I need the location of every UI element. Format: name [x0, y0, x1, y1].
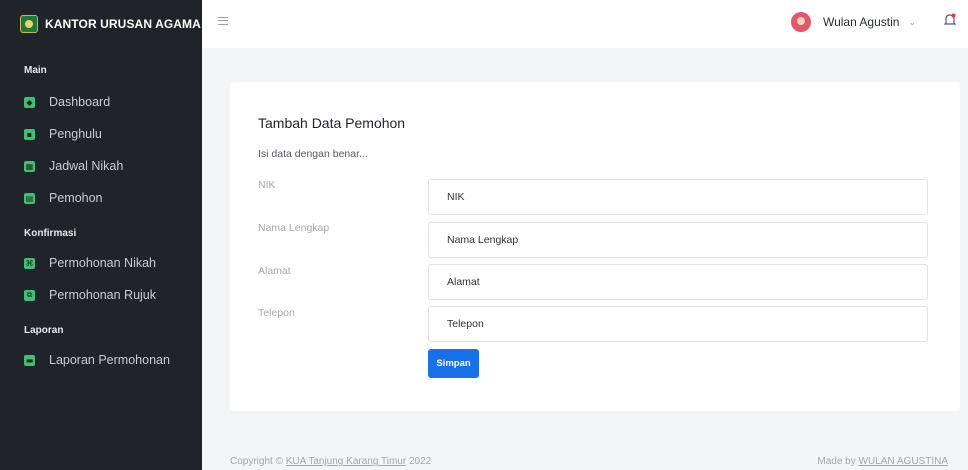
copyright-prefix: Copyright © [230, 456, 286, 467]
footer-copyright: Copyright © KUA Tanjung Karang Timur 202… [230, 456, 431, 467]
nama-lengkap-input[interactable] [428, 222, 928, 258]
avatar [790, 12, 811, 32]
sidebar-item-penghulu[interactable]: ▪ Penghulu [0, 118, 202, 150]
calendar-icon: ▦ [24, 160, 35, 172]
sidebar-item-label: Permohonan Rujuk [49, 288, 157, 302]
sidebar-item-permohonan-rujuk[interactable]: ⧉ Permohonan Rujuk [0, 279, 202, 311]
user-menu[interactable]: Wulan Agustin ⌄ [790, 12, 916, 32]
alamat-label: Alamat [258, 265, 291, 277]
sidebar-item-label: Jadwal Nikah [49, 159, 124, 173]
brand[interactable]: KANTOR URUSAN AGAMA [0, 0, 202, 48]
nik-label: NIK [258, 179, 276, 191]
sidebar-item-label: Pemohon [49, 191, 103, 205]
kemenag-logo-icon [20, 15, 38, 33]
sidebar-item-label: Dashboard [49, 95, 111, 109]
sidebar: KANTOR URUSAN AGAMA Main ◆ Dashboard ▪ P… [0, 0, 202, 470]
user-name: Wulan Agustin [822, 15, 900, 29]
sidebar-item-jadwal-nikah[interactable]: ▦ Jadwal Nikah [0, 150, 202, 182]
app-title: KANTOR URUSAN AGAMA [45, 17, 201, 31]
section-title-main: Main [24, 65, 47, 76]
sidebar-item-label: Permohonan Nikah [49, 256, 157, 270]
page-title: Tambah Data Pemohon [258, 115, 406, 131]
sidebar-item-permohonan-nikah[interactable]: ⌘ Permohonan Nikah [0, 247, 202, 279]
form-subtitle: Isi data dengan benar... [258, 148, 368, 160]
kua-link[interactable]: KUA Tanjung Karang Timur [286, 456, 406, 467]
copyright-year: 2022 [406, 456, 432, 467]
sidebar-item-pemohon[interactable]: ▤ Pemohon [0, 182, 202, 214]
command-icon: ⌘ [24, 257, 35, 269]
sidebar-item-laporan-permohonan[interactable]: ▬ Laporan Permohonan [0, 344, 202, 376]
main-content: Tambah Data Pemohon Isi data dengan bena… [202, 48, 968, 470]
footer-made-by: Made by WULAN AGUSTINA [817, 456, 948, 467]
sidebar-item-label: Penghulu [49, 127, 102, 141]
made-by-prefix: Made by [817, 456, 859, 467]
hamburger-menu-icon[interactable] [218, 17, 228, 25]
notification-bell-icon[interactable] [944, 13, 956, 27]
alamat-input[interactable] [428, 264, 928, 300]
contact-card-icon: ▤ [24, 192, 35, 204]
chevron-down-icon: ⌄ [908, 16, 916, 27]
author-link[interactable]: WULAN AGUSTINA [859, 456, 948, 467]
simpan-button[interactable]: Simpan [428, 349, 479, 378]
printer-icon: ▬ [24, 354, 35, 366]
sidebar-item-dashboard[interactable]: ◆ Dashboard [0, 86, 202, 118]
sidebar-item-label: Laporan Permohonan [49, 353, 170, 367]
form-card: Tambah Data Pemohon Isi data dengan bena… [230, 82, 960, 411]
flow-icon: ⧉ [24, 289, 35, 301]
id-card-icon: ▪ [24, 128, 35, 140]
nik-input[interactable] [428, 179, 928, 215]
nama-lengkap-label: Nama Lengkap [258, 222, 330, 234]
dashboard-icon: ◆ [24, 96, 35, 108]
topbar: Wulan Agustin ⌄ [202, 0, 968, 48]
telepon-label: Telepon [258, 307, 295, 319]
section-title-konfirmasi: Konfirmasi [24, 228, 77, 239]
telepon-input[interactable] [428, 306, 928, 342]
section-title-laporan: Laporan [24, 325, 64, 336]
